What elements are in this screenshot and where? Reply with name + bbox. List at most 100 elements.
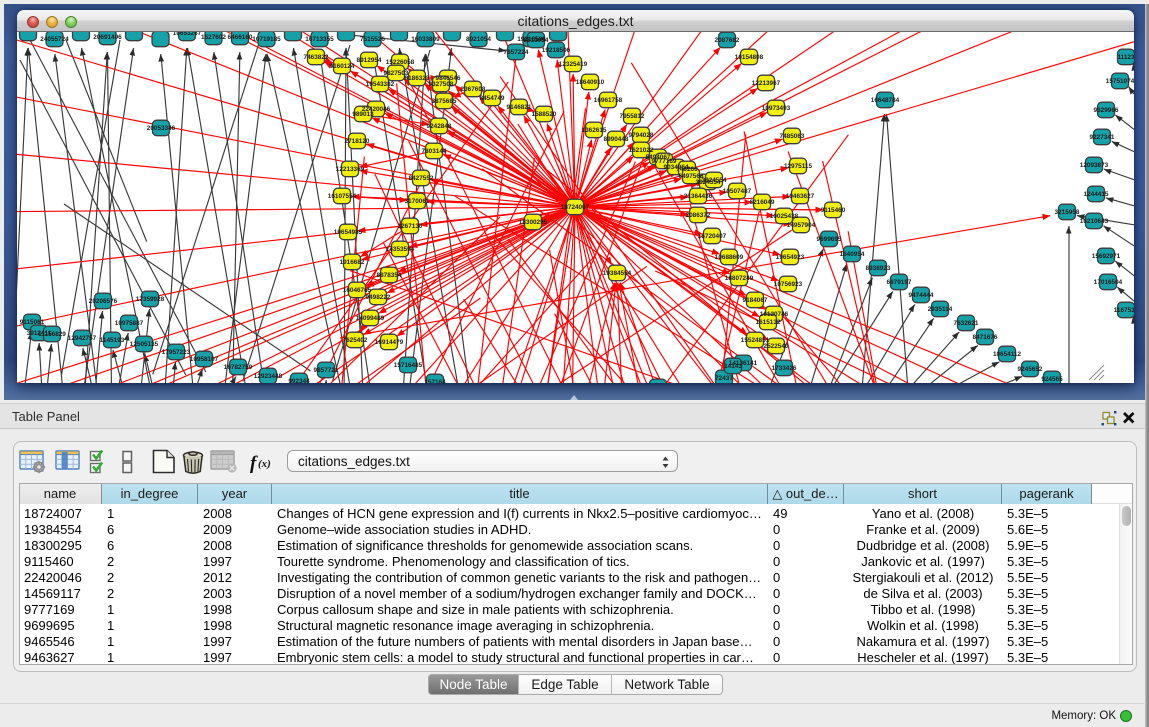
svg-text:17016504: 17016504 xyxy=(1094,279,1123,286)
svg-text:8471676: 8471676 xyxy=(973,334,998,341)
svg-text:15751074: 15751074 xyxy=(1106,78,1134,85)
svg-text:12213967: 12213967 xyxy=(752,80,781,87)
svg-text:19463627: 19463627 xyxy=(786,193,815,200)
svg-text:7632621: 7632621 xyxy=(954,320,979,327)
svg-text:7625402: 7625402 xyxy=(343,337,368,344)
svg-text:14143: 14143 xyxy=(724,363,742,370)
svg-text:15720407: 15720407 xyxy=(698,233,727,240)
svg-text:10975887: 10975887 xyxy=(115,320,144,327)
svg-text:10688609: 10688609 xyxy=(715,254,744,261)
svg-text:746266: 746266 xyxy=(676,166,698,173)
svg-text:17359928: 17359928 xyxy=(136,296,165,303)
svg-text:9146821: 9146821 xyxy=(507,104,532,111)
svg-text:10543382: 10543382 xyxy=(366,81,395,88)
svg-text:8921054: 8921054 xyxy=(466,36,491,43)
svg-text:18807249: 18807249 xyxy=(725,275,754,282)
svg-text:9242848: 9242848 xyxy=(427,123,452,130)
svg-text:7803144: 7803144 xyxy=(422,148,447,155)
svg-text:12093873: 12093873 xyxy=(1080,162,1109,169)
svg-text:8186323: 8186323 xyxy=(405,75,430,82)
svg-text:10507487: 10507487 xyxy=(723,188,752,195)
svg-text:9329966: 9329966 xyxy=(1094,107,1119,114)
svg-text:2367608: 2367608 xyxy=(461,86,486,93)
svg-text:19384554: 19384554 xyxy=(603,270,632,277)
svg-text:3875685: 3875685 xyxy=(432,98,457,105)
svg-text:12505135: 12505135 xyxy=(130,341,159,348)
svg-text:1615132: 1615132 xyxy=(756,319,781,326)
svg-text:18300295: 18300295 xyxy=(519,219,548,226)
svg-text:9115460: 9115460 xyxy=(821,207,846,214)
svg-text:16713355: 16713355 xyxy=(305,36,334,43)
svg-text:10719185: 10719185 xyxy=(252,36,281,43)
svg-text:24055724: 24055724 xyxy=(40,36,69,43)
svg-text:11156829: 11156829 xyxy=(38,331,66,338)
svg-text:8813054: 8813054 xyxy=(524,37,549,44)
svg-text:1621022: 1621022 xyxy=(629,147,654,154)
svg-text:f: f xyxy=(250,453,258,474)
svg-text:1527602: 1527602 xyxy=(201,34,226,41)
svg-text:9474444: 9474444 xyxy=(909,292,934,299)
svg-text:1640954: 1640954 xyxy=(840,251,865,258)
svg-text:10653267: 10653267 xyxy=(173,32,202,37)
svg-text:7485063: 7485063 xyxy=(780,133,805,140)
svg-text:10654112: 10654112 xyxy=(993,351,1022,358)
svg-text:6216049: 6216049 xyxy=(750,199,775,206)
svg-text:6466160: 6466160 xyxy=(228,34,253,41)
svg-text:7515526: 7515526 xyxy=(360,36,385,43)
svg-text:11123: 11123 xyxy=(1117,54,1134,61)
svg-text:12325419: 12325419 xyxy=(559,61,588,68)
svg-text:3215958: 3215958 xyxy=(1055,209,1080,216)
svg-text:1145193: 1145193 xyxy=(100,337,125,344)
svg-text:1167534: 1167534 xyxy=(1114,307,1134,314)
svg-text:14957904: 14957904 xyxy=(787,222,816,229)
svg-text:7463822: 7463822 xyxy=(304,54,329,61)
svg-text:16782759: 16782759 xyxy=(224,364,253,371)
svg-text:21364436: 21364436 xyxy=(684,193,713,200)
svg-text:9184067: 9184067 xyxy=(743,297,768,304)
svg-text:7955812: 7955812 xyxy=(620,113,645,120)
svg-text:9245652: 9245652 xyxy=(1018,366,1043,373)
svg-text:9160124: 9160124 xyxy=(330,63,355,70)
svg-text:10025438: 10025438 xyxy=(770,213,799,220)
svg-text:20206576: 20206576 xyxy=(89,298,118,305)
svg-text:8912954: 8912954 xyxy=(357,57,382,64)
svg-text:16914479: 16914479 xyxy=(375,339,404,346)
svg-text:16033809: 16033809 xyxy=(411,36,440,43)
svg-text:1362615: 1362615 xyxy=(582,127,607,134)
svg-text:9115061: 9115061 xyxy=(20,319,45,326)
svg-text:18724007: 18724007 xyxy=(561,204,590,211)
svg-text:6879197: 6879197 xyxy=(887,279,912,286)
svg-text:20053346: 20053346 xyxy=(147,125,176,132)
svg-text:12942757: 12942757 xyxy=(68,335,97,342)
svg-text:19654923: 19654923 xyxy=(776,254,805,261)
svg-text:16120746: 16120746 xyxy=(760,311,789,318)
svg-text:19654985: 19654985 xyxy=(334,229,363,236)
svg-text:1733426: 1733426 xyxy=(772,365,797,372)
svg-text:17957223: 17957223 xyxy=(162,349,191,356)
svg-text:9794028: 9794028 xyxy=(629,132,654,139)
svg-text:14099489: 14099489 xyxy=(356,315,385,322)
svg-text:2086372: 2086372 xyxy=(686,212,711,219)
svg-text:2522540: 2522540 xyxy=(764,343,789,350)
svg-text:9699695: 9699695 xyxy=(817,236,842,243)
svg-text:12975115: 12975115 xyxy=(784,163,813,170)
svg-text:8938923: 8938923 xyxy=(866,265,891,272)
svg-text:16046765: 16046765 xyxy=(343,287,372,294)
svg-text:157164: 157164 xyxy=(424,379,446,383)
svg-text:2718120: 2718120 xyxy=(345,138,370,145)
svg-text:15226058: 15226058 xyxy=(386,59,415,66)
svg-text:12923448: 12923448 xyxy=(254,373,283,380)
svg-text:7857224: 7857224 xyxy=(504,49,529,56)
svg-text:14353594: 14353594 xyxy=(386,246,415,253)
svg-text:1916682: 1916682 xyxy=(340,259,365,266)
svg-text:9227341: 9227341 xyxy=(1090,134,1115,141)
svg-text:989013: 989013 xyxy=(352,111,374,118)
svg-text:16961758: 16961758 xyxy=(594,97,623,104)
svg-text:12213369: 12213369 xyxy=(336,166,365,173)
svg-text:2087682: 2087682 xyxy=(715,37,740,44)
svg-text:18640910: 18640910 xyxy=(576,79,605,86)
svg-text:992344: 992344 xyxy=(288,378,310,383)
svg-text:(x): (x) xyxy=(258,458,271,470)
svg-text:1588520: 1588520 xyxy=(532,111,557,118)
svg-text:16107554: 16107554 xyxy=(328,193,357,200)
